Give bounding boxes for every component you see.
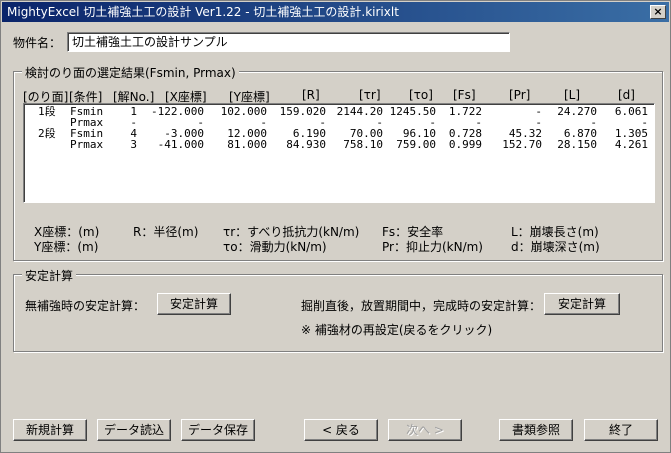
property-name-label: 物件名： xyxy=(13,36,62,50)
column-header: [τo] xyxy=(409,88,433,102)
legend-r: R：半径(m) xyxy=(133,225,199,239)
table-cell: 4.261 xyxy=(614,138,648,151)
column-header: [L] xyxy=(564,88,581,102)
exit-button[interactable]: 終了 xyxy=(584,419,658,441)
window-title: MightyExcel 切土補強土工の設計 Ver1.22 - 切土補強土工の設… xyxy=(7,5,399,19)
table-cell: 28.150 xyxy=(557,138,597,151)
table-cell: 3 xyxy=(130,138,137,151)
column-header: [Fs] xyxy=(453,88,476,102)
title-bar: MightyExcel 切土補強土工の設計 Ver1.22 - 切土補強土工の設… xyxy=(2,2,669,22)
results-group-title: 検討のり面の選定結果(Fsmin, Prmax) xyxy=(22,64,239,81)
legend-pr: Pr：抑止力(kN/m) xyxy=(382,240,483,254)
results-listbox[interactable]: 1段 Fsmin 1 -122.000 102.000 159.020 2144.20 124… xyxy=(23,103,655,203)
table-cell: 758.10 xyxy=(343,138,383,151)
main-window: MightyExcel 切土補強土工の設計 Ver1.22 - 切土補強土工の設… xyxy=(0,0,671,453)
load-data-button[interactable]: データ読込 xyxy=(97,419,171,441)
column-header: [R] xyxy=(302,88,320,102)
table-cell: 84.930 xyxy=(286,138,326,151)
table-cell: 0.999 xyxy=(448,138,482,151)
unreinforced-label: 無補強時の安定計算： xyxy=(25,299,146,313)
close-button[interactable]: × xyxy=(650,5,666,19)
table-cell: Prmax xyxy=(70,138,104,151)
table-cell: 1段 xyxy=(38,105,56,118)
table-cell: -122.000 xyxy=(151,105,204,118)
legend-to: τo：滑動力(kN/m) xyxy=(223,240,327,254)
table-cell: 152.70 xyxy=(502,138,542,151)
reference-button[interactable]: 書類参照 xyxy=(499,419,573,441)
table-cell: 759.00 xyxy=(396,138,436,151)
unreinforced-calc-button[interactable]: 安定計算 xyxy=(157,293,231,315)
table-cell: -41.000 xyxy=(157,138,204,151)
after-excavation-label: 掘削直後，放置期間中，完成時の安定計算： xyxy=(301,299,542,313)
property-name-input[interactable]: 切土補強土工の設計サンプル xyxy=(67,32,510,52)
table-cell: 2段 xyxy=(38,127,56,140)
column-header: [τr] xyxy=(359,88,381,102)
column-header: [Pr] xyxy=(509,88,531,102)
save-data-button[interactable]: データ保存 xyxy=(181,419,255,441)
legend-y: Y座標：(m) xyxy=(34,240,99,254)
reset-note: ※ 補強材の再設定(戻るをクリック) xyxy=(301,323,493,337)
new-calc-button[interactable]: 新規計算 xyxy=(13,419,87,441)
legend-d: d：崩壊深さ(m) xyxy=(511,240,600,254)
stability-group-title: 安定計算 xyxy=(22,267,77,284)
back-button[interactable]: < 戻る xyxy=(304,419,378,441)
table-cell: 81.000 xyxy=(227,138,267,151)
next-button[interactable]: 次へ > xyxy=(388,419,462,441)
after-excavation-calc-button[interactable]: 安定計算 xyxy=(544,293,620,315)
column-header: [d] xyxy=(618,88,635,102)
